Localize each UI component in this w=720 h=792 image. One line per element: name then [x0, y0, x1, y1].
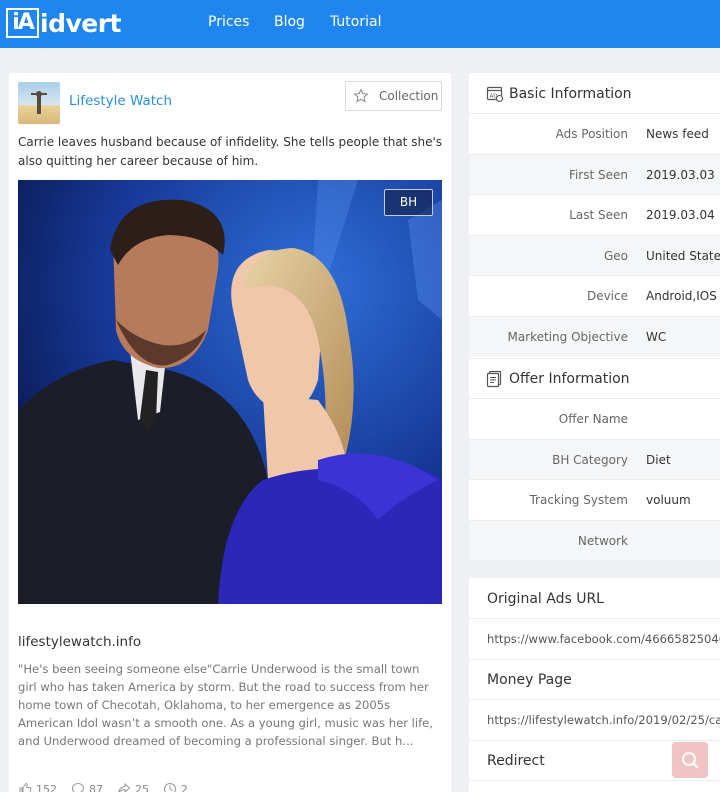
shares-stat: 25 [117, 781, 149, 792]
thumbs-up-icon [19, 782, 32, 792]
original-url-title: Original Ads URL [469, 579, 720, 619]
money-page-title: Money Page [469, 660, 720, 700]
ad-card: Lifestyle Watch Collection Carrie leaves… [9, 73, 451, 792]
info-value: Android,IOS [646, 289, 717, 304]
nav-blog[interactable]: Blog [274, 0, 305, 44]
offer-row-offer-name: Offer Name [469, 398, 720, 439]
site-name[interactable]: lifestylewatch.info [18, 634, 141, 650]
ad-description: "He's been seeing someone else"Carrie Un… [18, 662, 433, 748]
info-value: United States [646, 248, 720, 263]
offer-info-header: Offer Information [469, 358, 720, 398]
money-page-link[interactable]: https://lifestylewatch.info/2019/02/25/c… [469, 700, 720, 741]
search-float-button[interactable] [672, 742, 708, 778]
info-value: voluum [646, 493, 691, 508]
info-value: WC [646, 330, 667, 344]
info-value: 2019.03.04 [646, 208, 715, 223]
offer-info-icon [486, 370, 502, 387]
info-value: 2019.03.03 [646, 167, 715, 182]
logo[interactable]: iA idvert [6, 6, 122, 40]
ad-image[interactable]: BH [18, 180, 442, 604]
info-key: Marketing Objective [507, 330, 628, 344]
time-count: 2 [181, 782, 188, 792]
clock-icon [164, 783, 176, 792]
comments-stat: 87 [71, 781, 103, 792]
likes-count: 152 [36, 782, 57, 792]
offer-row-network: Network [469, 519, 720, 561]
info-key: Network [577, 533, 628, 548]
star-icon [353, 88, 369, 103]
info-value: News feed [646, 127, 709, 141]
offer-row-tracking-system: Tracking System voluum [469, 479, 720, 520]
ad-photo-illustration [18, 180, 442, 604]
offer-row-bh-category: BH Category Diet [469, 438, 720, 480]
info-row-first-seen: First Seen 2019.03.03 [469, 153, 720, 195]
comments-count: 87 [89, 782, 103, 792]
top-nav-bar: iA idvert Prices Blog Tutorial [0, 0, 720, 48]
nav-prices[interactable]: Prices [208, 0, 249, 44]
info-key: First Seen [568, 167, 628, 182]
info-key: Ads Position [555, 127, 628, 141]
info-key: Last Seen [569, 208, 628, 223]
original-url-link[interactable]: https://www.facebook.com/466658250408 [469, 619, 720, 660]
search-icon [682, 752, 699, 769]
engagement-stats: 152 87 25 2 [18, 781, 188, 792]
info-key: Geo [603, 248, 628, 263]
shares-count: 25 [135, 782, 149, 792]
info-row-marketing-objective: Marketing Objective WC [469, 316, 720, 357]
avatar-figure-body [37, 96, 41, 114]
info-key: Tracking System [529, 493, 628, 508]
info-row-last-seen: Last Seen 2019.03.04 [469, 194, 720, 235]
ad-caption: Carrie leaves husband because of infidel… [18, 135, 442, 168]
time-stat: 2 [163, 781, 188, 792]
brand-avatar[interactable] [18, 82, 60, 124]
basic-info-title: Basic Information [509, 86, 632, 102]
info-row-device: Device Android,IOS [469, 275, 720, 316]
info-panel: AD Basic Information Ads Position News f… [469, 73, 720, 561]
basic-info-header: AD Basic Information [469, 74, 720, 114]
collection-button[interactable]: Collection [345, 81, 442, 111]
nav-tutorial[interactable]: Tutorial [330, 0, 381, 44]
collection-label: Collection [379, 89, 439, 103]
brand-name-link[interactable]: Lifestyle Watch [69, 93, 172, 109]
offer-info-title: Offer Information [509, 370, 630, 387]
logo-word: idvert [40, 8, 122, 38]
info-key: Offer Name [558, 412, 628, 426]
info-key: BH Category [552, 452, 628, 467]
logo-mark: iA [6, 8, 39, 38]
bh-tag: BH [384, 189, 433, 216]
share-icon [118, 782, 131, 792]
info-key: Device [586, 289, 628, 304]
info-row-geo: Geo United States [469, 234, 720, 276]
ad-info-icon: AD [486, 86, 504, 103]
likes-stat: 152 [18, 781, 57, 792]
info-row-ads-position: Ads Position News feed [469, 113, 720, 154]
info-value: Diet [646, 452, 671, 467]
comment-icon [71, 782, 85, 792]
